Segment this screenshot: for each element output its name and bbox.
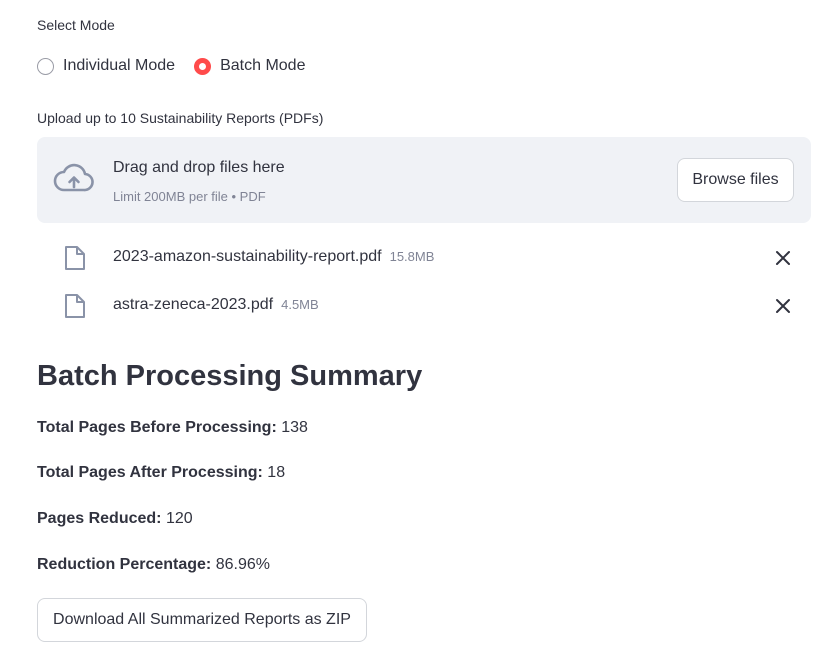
browse-files-button[interactable]: Browse files bbox=[677, 158, 794, 202]
radio-individual-mode[interactable]: Individual Mode bbox=[37, 57, 175, 75]
uploaded-file-row: astra-zeneca-2023.pdf 4.5MB bbox=[37, 287, 811, 323]
radio-batch-mode[interactable]: Batch Mode bbox=[194, 57, 305, 75]
file-dropzone[interactable]: Drag and drop files here Limit 200MB per… bbox=[37, 137, 811, 223]
stat-value: 86.96% bbox=[215, 556, 270, 573]
mode-label: Select Mode bbox=[37, 17, 115, 33]
stat-label: Total Pages Before Processing: bbox=[37, 419, 277, 436]
dropzone-title: Drag and drop files here bbox=[113, 159, 285, 176]
file-name: astra-zeneca-2023.pdf bbox=[113, 296, 274, 313]
stat-label: Pages Reduced: bbox=[37, 510, 162, 527]
summary-title: Batch Processing Summary bbox=[37, 360, 423, 392]
stat-value: 120 bbox=[165, 510, 193, 527]
stat-label: Reduction Percentage: bbox=[37, 556, 212, 573]
stat-value: 18 bbox=[267, 464, 286, 481]
mode-radio-group: Individual Mode Batch Mode bbox=[37, 57, 324, 75]
file-size: 4.5MB bbox=[281, 297, 319, 312]
app-page: Select Mode Individual Mode Batch Mode U… bbox=[0, 0, 829, 651]
close-icon[interactable] bbox=[774, 249, 792, 267]
stat-reduction-percentage: Reduction Percentage: 86.96% bbox=[37, 556, 270, 574]
file-icon bbox=[65, 294, 85, 318]
uploaded-file-row: 2023-amazon-sustainability-report.pdf 15.… bbox=[37, 239, 811, 275]
file-icon bbox=[65, 246, 85, 270]
cloud-upload-icon bbox=[53, 163, 94, 192]
stat-pages-after: Total Pages After Processing: 18 bbox=[37, 464, 285, 482]
radio-label-individual: Individual Mode bbox=[63, 57, 176, 74]
stat-value: 138 bbox=[281, 419, 308, 436]
upload-label: Upload up to 10 Sustainability Reports (… bbox=[37, 110, 324, 126]
stat-label: Total Pages After Processing: bbox=[37, 464, 263, 481]
file-name-text: astra-zeneca-2023.pdf 4.5MB bbox=[113, 296, 319, 314]
stat-pages-reduced: Pages Reduced: 120 bbox=[37, 510, 193, 528]
radio-unselected-icon[interactable] bbox=[37, 57, 54, 75]
file-size: 15.8MB bbox=[389, 249, 435, 264]
download-zip-button[interactable]: Download All Summarized Reports as ZIP bbox=[37, 598, 367, 642]
radio-label-batch: Batch Mode bbox=[220, 57, 306, 74]
radio-selected-icon[interactable] bbox=[194, 57, 212, 75]
stat-pages-before: Total Pages Before Processing: 138 bbox=[37, 419, 308, 437]
close-icon[interactable] bbox=[774, 297, 792, 315]
dropzone-limit: Limit 200MB per file • PDF bbox=[113, 189, 266, 204]
file-name-text: 2023-amazon-sustainability-report.pdf 15.… bbox=[113, 248, 434, 266]
file-name: 2023-amazon-sustainability-report.pdf bbox=[113, 248, 382, 265]
